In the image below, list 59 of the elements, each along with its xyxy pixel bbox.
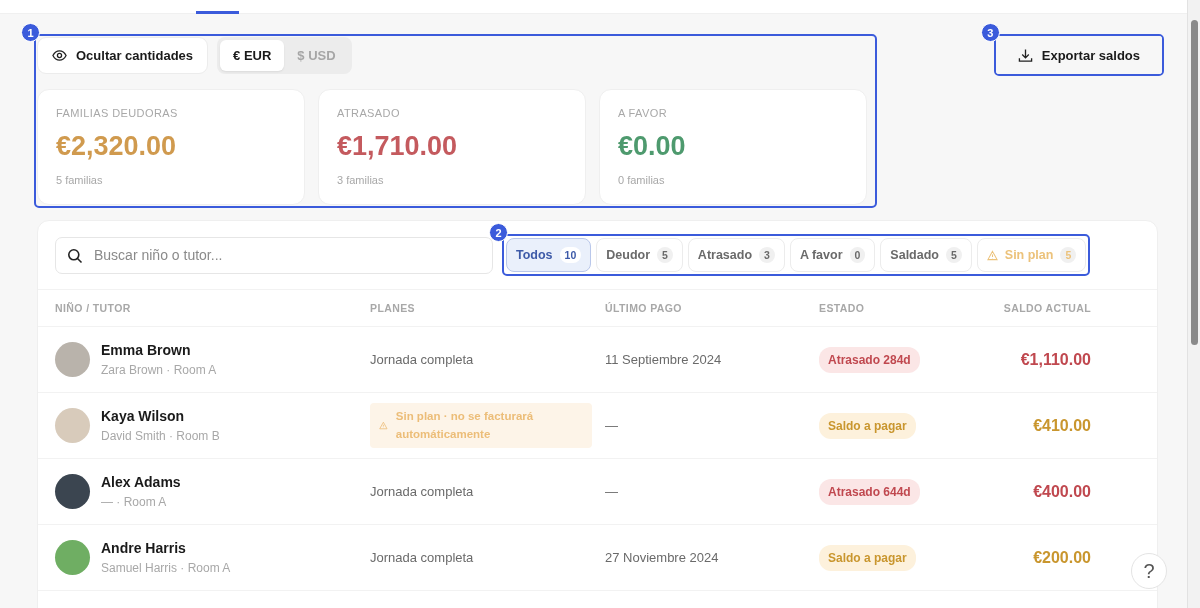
status-badge: Saldo a pagar — [819, 544, 916, 571]
stat-caption: 3 familias — [337, 174, 385, 186]
warning-icon — [379, 420, 388, 431]
no-plan-warning: Sin plan · no se facturará automáticamente — [370, 402, 592, 449]
status-badge: Atrasado 284d — [819, 346, 920, 373]
stat-label: A FAVOR — [618, 107, 669, 119]
tutor-room-text: David Smith · Room B — [101, 429, 220, 443]
avatar-photo-placeholder — [55, 474, 90, 509]
balance-amount: €400.00 — [1032, 482, 1091, 501]
child-name: Kaya Wilson — [101, 408, 186, 424]
download-icon — [1017, 47, 1033, 63]
filter-tab[interactable]: Saldado 5 — [880, 238, 972, 272]
tutor-room-text: — · Room A — [101, 495, 168, 509]
child-name: Andre Harris — [101, 540, 187, 556]
balance-amount: €410.00 — [1032, 416, 1091, 435]
column-header: NIÑO / TUTOR — [55, 302, 132, 314]
hide-amounts-button[interactable]: Ocultar cantidades — [37, 37, 209, 74]
avatar-photo-placeholder — [55, 540, 90, 575]
child-name: Alex Adams — [101, 474, 181, 490]
tutor-room-text: Samuel Harris · Room A — [101, 561, 231, 575]
tutor-room-text: Zara Brown · Room A — [101, 363, 217, 377]
plan-name: Jornada completa — [370, 550, 474, 565]
stat-value: €2,320.00 — [56, 131, 178, 162]
warning-icon — [986, 249, 998, 261]
plan-name: Jornada completa — [370, 484, 474, 499]
filter-tab[interactable]: A favor 0 — [789, 238, 876, 272]
filter-tab[interactable]: Todos 10 — [506, 238, 592, 272]
eye-icon — [52, 48, 67, 63]
column-header: PLANES — [370, 302, 416, 314]
child-name: Emma Brown — [101, 342, 192, 358]
stat-caption: 0 familias — [618, 174, 666, 186]
status-badge: Atrasado 644d — [819, 478, 920, 505]
last-payment-date: 27 Noviembre 2024 — [605, 550, 719, 565]
balance-amount: €200.00 — [1032, 548, 1091, 567]
last-payment-date: — — [605, 418, 618, 433]
stat-value: €0.00 — [618, 131, 687, 162]
avatar-photo-placeholder — [55, 342, 90, 377]
currency-option[interactable]: € EUR — [220, 40, 285, 71]
avatar-photo-placeholder — [55, 408, 90, 443]
step-number-badge: 2 — [489, 223, 508, 242]
stat-label: FAMILIAS DEUDORAS — [56, 107, 179, 119]
stat-caption: 5 familias — [56, 174, 104, 186]
column-header: SALDO ACTUAL — [1002, 302, 1091, 314]
plan-name: Jornada completa — [370, 352, 474, 367]
export-button[interactable]: Exportar saldos — [995, 36, 1162, 74]
balance-amount: €1,110.00 — [1019, 350, 1091, 369]
stat-label: ATRASADO — [337, 107, 401, 119]
step-number-badge: 3 — [980, 23, 1000, 42]
filter-tab[interactable]: Atrasado 3 — [687, 238, 785, 272]
search-field[interactable]: Buscar niño o tutor... — [55, 236, 493, 274]
step-number-badge: 1 — [21, 23, 40, 42]
scrollbar[interactable] — [1187, 0, 1200, 608]
filter-tab[interactable]: Deudor 5 — [596, 238, 683, 272]
status-badge: Saldo a pagar — [819, 412, 916, 439]
column-header: ÚLTIMO PAGO — [605, 302, 683, 314]
stat-value: €1,710.00 — [337, 131, 459, 162]
last-payment-date: 11 Septiembre 2024 — [605, 352, 722, 367]
last-payment-date: — — [605, 484, 618, 499]
column-header: ESTADO — [819, 302, 866, 314]
